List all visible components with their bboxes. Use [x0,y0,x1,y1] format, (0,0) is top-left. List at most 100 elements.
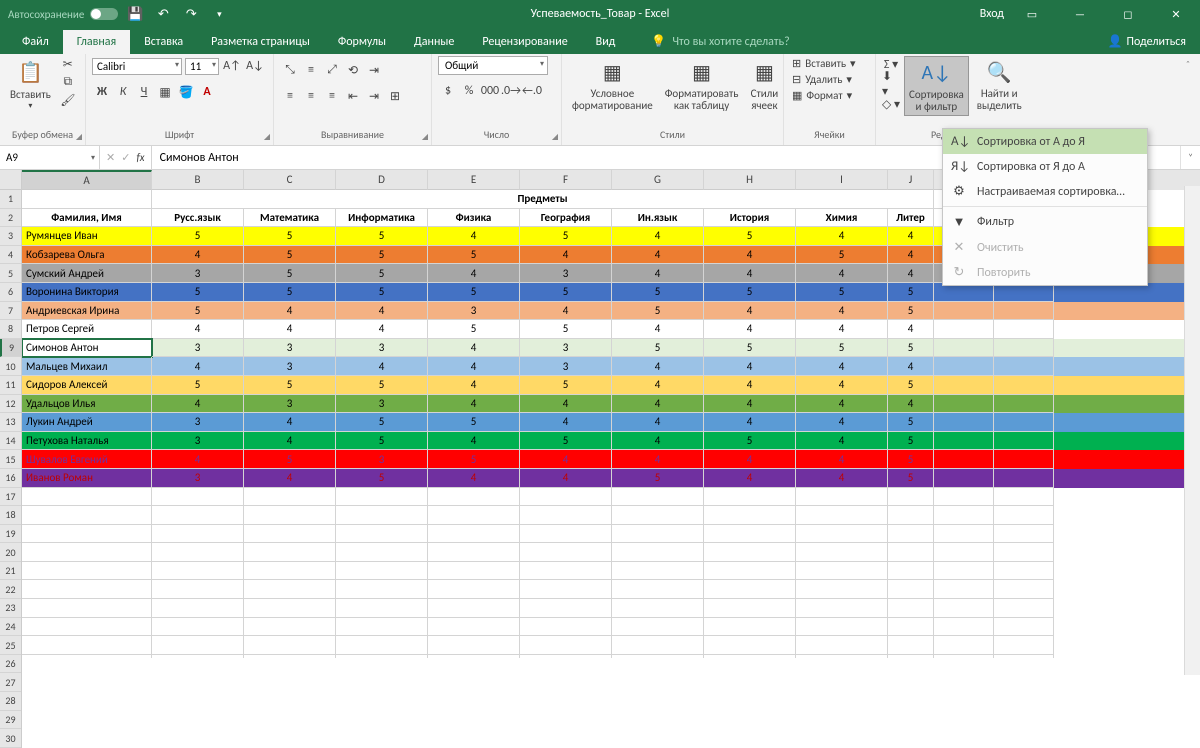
cell[interactable]: 3 [520,339,612,358]
cell[interactable]: Петров Сергей [22,320,152,339]
row-header[interactable]: 18 [0,506,21,525]
cell[interactable]: 5 [336,246,428,265]
column-header[interactable]: G [612,170,704,190]
cell[interactable]: 5 [888,432,934,451]
cell[interactable] [520,506,612,525]
cell[interactable] [336,562,428,581]
cell[interactable] [152,525,244,544]
cell[interactable]: 5 [520,283,612,302]
cell[interactable]: 3 [428,302,520,321]
format-as-table-button[interactable]: ▦ Форматировать как таблицу [661,56,743,114]
bold-button[interactable]: Ж [92,82,112,102]
cell[interactable] [934,599,994,618]
cell[interactable]: 5 [244,283,336,302]
cell[interactable]: 5 [336,413,428,432]
cell[interactable] [152,562,244,581]
column-header[interactable]: A [22,170,152,190]
name-box[interactable]: A9 [0,146,100,169]
cell[interactable] [888,506,934,525]
cell[interactable]: Симонов Антон [22,339,152,358]
cell[interactable]: 5 [612,283,704,302]
row-header[interactable]: 23 [0,599,21,618]
cell[interactable]: 5 [152,283,244,302]
fill-color-button[interactable]: 🪣 [176,82,196,102]
cell[interactable] [336,525,428,544]
cell[interactable]: 4 [704,469,796,488]
cell[interactable]: 4 [796,357,888,376]
font-size-select[interactable]: 11 [185,58,219,75]
cell[interactable]: 5 [612,339,704,358]
cell[interactable]: 4 [612,227,704,246]
expand-formula-bar-icon[interactable]: ˅ [1180,146,1200,169]
cell[interactable]: 5 [336,283,428,302]
tab-view[interactable]: Вид [582,30,630,54]
cell[interactable]: 4 [428,264,520,283]
cell[interactable]: Информатика [336,209,428,228]
cell[interactable]: 5 [152,227,244,246]
cell[interactable]: 4 [704,320,796,339]
underline-button[interactable]: Ч [134,82,154,102]
cell[interactable]: 5 [244,450,336,469]
alignment-launcher-icon[interactable]: ◢ [422,132,428,142]
cell[interactable] [994,580,1054,599]
cell[interactable]: Мальцев Михаил [22,357,152,376]
cell[interactable] [888,562,934,581]
cell[interactable] [796,618,888,637]
align-bottom-icon[interactable]: ⤢ [322,60,342,80]
select-all-corner[interactable] [0,170,22,190]
collapse-ribbon-icon[interactable]: ˆ [1176,54,1200,145]
cell[interactable] [796,580,888,599]
cell[interactable] [152,599,244,618]
row-header[interactable]: 19 [0,525,21,544]
row-header[interactable]: 15 [0,450,21,469]
cell[interactable]: 5 [336,376,428,395]
column-header[interactable]: D [336,170,428,190]
cell[interactable]: 4 [428,357,520,376]
cell[interactable] [994,395,1054,414]
cell[interactable] [428,599,520,618]
cell[interactable] [336,488,428,507]
maximize-button[interactable]: ◻ [1108,0,1148,28]
decrease-indent-icon[interactable]: ⇤ [343,86,363,106]
row-header[interactable]: 17 [0,488,21,507]
cell[interactable] [152,543,244,562]
cell[interactable]: Фамилия, Имя [22,209,152,228]
cell[interactable]: Русс.язык [152,209,244,228]
cell[interactable] [888,599,934,618]
cell[interactable]: 5 [428,283,520,302]
cell[interactable] [994,618,1054,637]
close-button[interactable]: ✕ [1156,0,1196,28]
number-launcher-icon[interactable]: ◢ [552,132,558,142]
cell[interactable] [520,636,612,655]
cell[interactable] [994,599,1054,618]
cell[interactable] [934,469,994,488]
cell[interactable] [612,525,704,544]
cell[interactable]: Литер [888,209,934,228]
row-header[interactable]: 21 [0,562,21,581]
cell[interactable]: 5 [612,469,704,488]
cell[interactable] [22,190,152,209]
fx-icon[interactable]: fx [136,151,144,164]
cell[interactable]: 5 [888,413,934,432]
cell[interactable] [244,636,336,655]
cell[interactable]: 4 [888,395,934,414]
cell[interactable]: 5 [520,227,612,246]
cancel-formula-icon[interactable]: ✕ [106,151,115,164]
cell[interactable]: 4 [796,413,888,432]
cell[interactable] [428,655,520,658]
cell[interactable] [994,562,1054,581]
conditional-formatting-button[interactable]: ▦ Условное форматирование [568,56,657,114]
cell[interactable] [428,636,520,655]
cell[interactable] [612,562,704,581]
cell[interactable] [244,599,336,618]
cell[interactable] [244,562,336,581]
cell[interactable]: 4 [336,320,428,339]
cell[interactable] [520,488,612,507]
cell[interactable] [244,618,336,637]
cell[interactable] [994,376,1054,395]
tab-home[interactable]: Главная [63,30,130,54]
cell[interactable]: Шувалов Евгений [22,450,152,469]
cell[interactable]: 4 [520,469,612,488]
cell[interactable]: 4 [704,376,796,395]
copy-icon[interactable]: ⧉ [59,74,77,90]
